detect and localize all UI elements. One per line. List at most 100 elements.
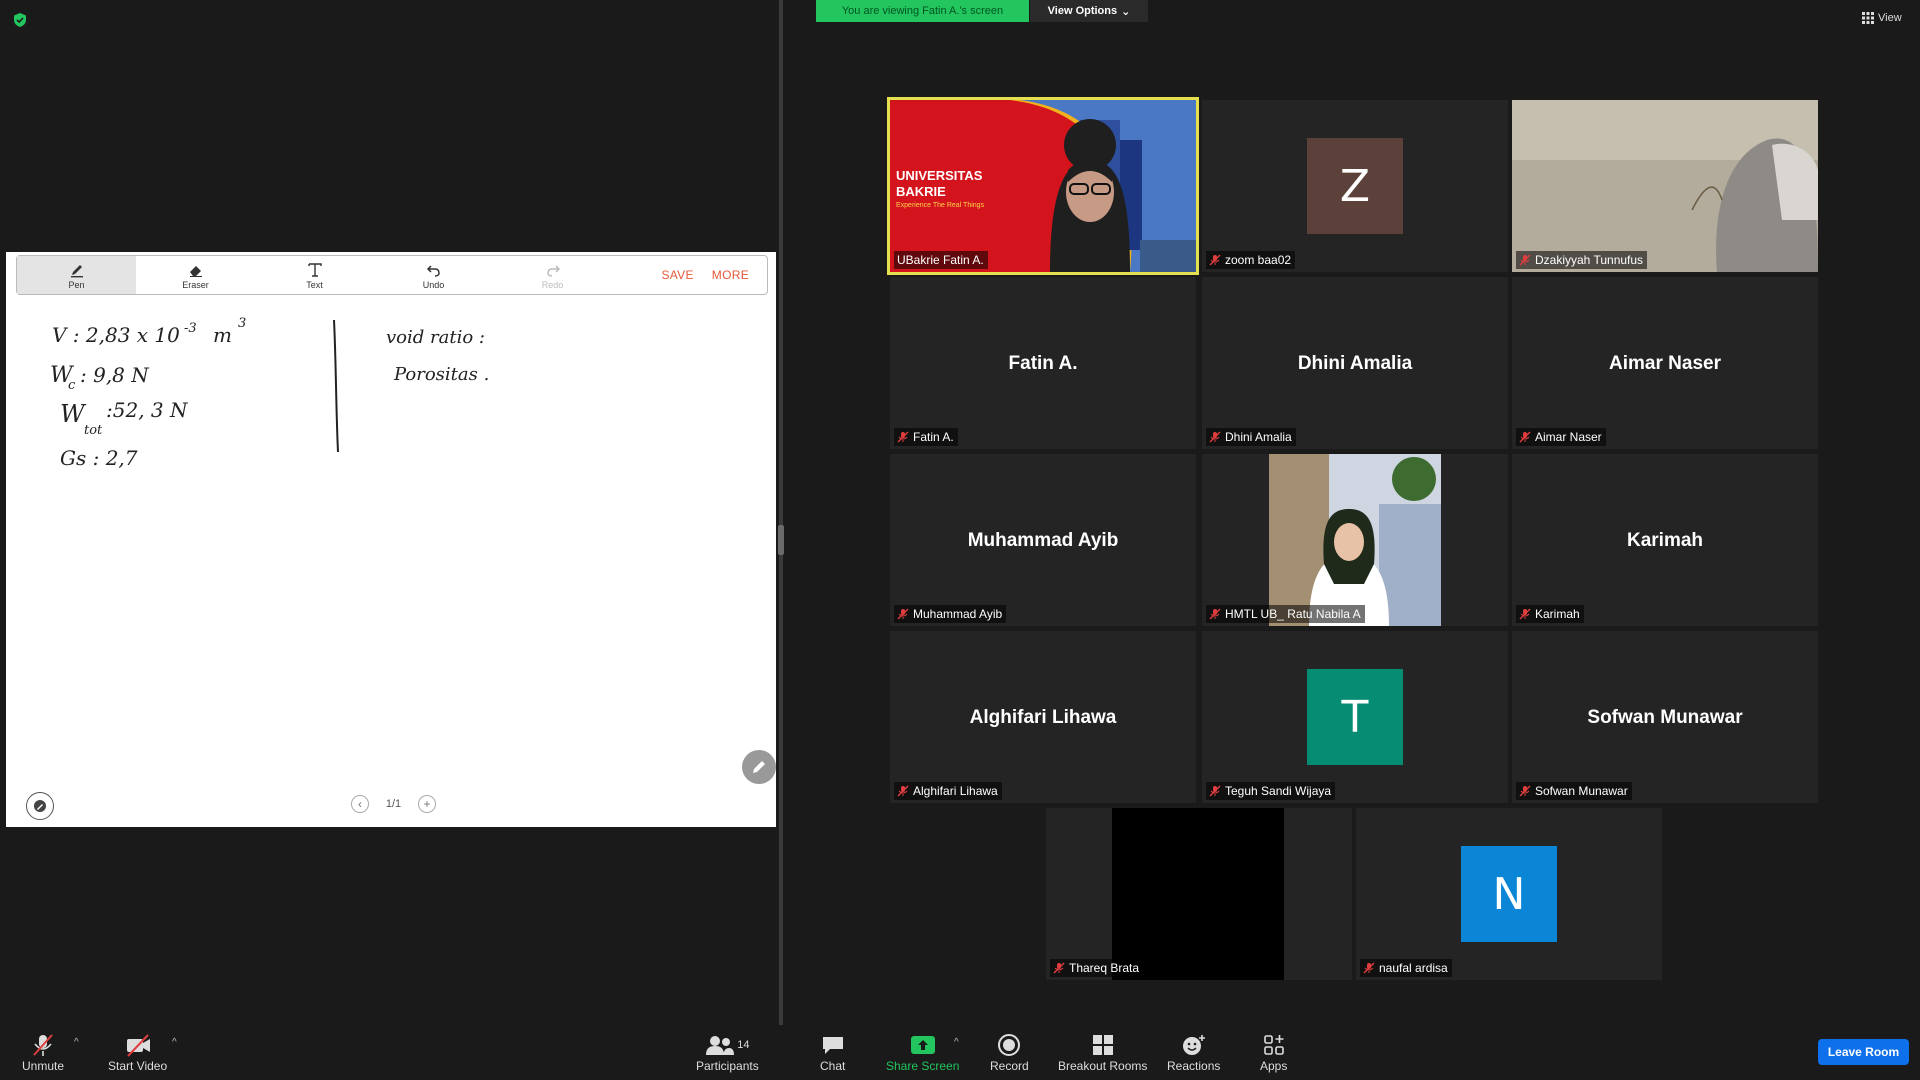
whiteboard-actions: SAVE MORE (612, 256, 767, 294)
participant-name: Thareq Brata (1069, 961, 1140, 975)
view-button[interactable]: View (1862, 12, 1902, 24)
whiteboard-canvas[interactable]: V : 2,83 x 10 -3 m 3 W c : 9,8 N W tot :… (6, 300, 776, 780)
participant-display-name: Muhammad Ayib (967, 530, 1119, 551)
save-button[interactable]: SAVE (661, 268, 693, 282)
security-shield-icon[interactable] (12, 12, 28, 28)
participant-name-label: Dhini Amalia (1206, 428, 1296, 446)
video-off-icon (124, 1031, 152, 1059)
participant-tile[interactable]: HMTL UB_ Ratu Nabila A (1202, 454, 1508, 626)
share-options-caret-icon[interactable]: ^ (954, 1037, 959, 1048)
start-video-button[interactable]: Start Video (108, 1031, 167, 1073)
record-label: Record (990, 1059, 1029, 1073)
participant-tile[interactable]: Aimar Naser Aimar Naser (1512, 277, 1818, 449)
leave-room-button[interactable]: Leave Room (1818, 1039, 1909, 1065)
avatar: N (1461, 846, 1557, 942)
apps-label: Apps (1260, 1059, 1288, 1073)
participant-name: Teguh Sandi Wijaya (1225, 784, 1332, 798)
handwriting-line-gs: Gs : 2,7 (60, 446, 138, 470)
text-tool-button[interactable]: Text (255, 256, 374, 294)
handwriting-line-volume-exp: -3 (184, 321, 197, 336)
participant-tile[interactable]: Muhammad Ayib Muhammad Ayib (890, 454, 1196, 626)
chat-label: Chat (820, 1059, 846, 1073)
muted-mic-icon (1519, 431, 1531, 443)
chat-icon (821, 1031, 845, 1059)
muted-mic-icon (1209, 254, 1221, 266)
room-video-feed (1512, 100, 1818, 272)
eraser-tool-button[interactable]: Eraser (136, 256, 255, 294)
participant-name: HMTL UB_ Ratu Nabila A (1225, 607, 1361, 621)
participant-display-name: Sofwan Munawar (1587, 707, 1743, 728)
participant-name-label: Aimar Naser (1516, 428, 1606, 446)
grid-view-icon (1862, 12, 1874, 24)
participant-tile[interactable]: N naufal ardisa (1356, 808, 1662, 980)
participant-name-label: Teguh Sandi Wijaya (1206, 782, 1336, 800)
undo-tool-button[interactable]: Undo (374, 256, 493, 294)
add-page-icon[interactable]: + (417, 795, 436, 813)
more-button[interactable]: MORE (712, 268, 749, 282)
shared-screen-area: Pen Eraser Text Undo Redo SAVE MORE V: … (0, 0, 780, 1025)
unmute-button[interactable]: Unmute (22, 1031, 64, 1073)
record-button[interactable]: Record (990, 1031, 1029, 1073)
unmute-label: Unmute (22, 1059, 65, 1073)
participant-display-name: Alghifari Lihawa (969, 707, 1117, 728)
view-options-label: View Options (1047, 5, 1118, 17)
handwriting-line-wtot: W (60, 400, 87, 428)
participant-tile[interactable]: Thareq Brata (1046, 808, 1352, 980)
redo-icon (545, 260, 561, 280)
participant-name: Sofwan Munawar (1535, 784, 1628, 798)
view-label: View (1878, 12, 1902, 24)
participant-tile[interactable]: Karimah Karimah (1512, 454, 1818, 626)
muted-mic-icon (1363, 962, 1375, 974)
chat-button[interactable]: Chat (820, 1031, 845, 1073)
handwriting-line-volume-unit: m (213, 323, 232, 347)
text-icon (307, 260, 323, 280)
pen-floating-button[interactable] (742, 750, 776, 784)
participant-tile[interactable]: Dzakiyyah Tunnufus (1512, 100, 1818, 272)
muted-mic-icon (1209, 431, 1221, 443)
participant-tile[interactable]: Fatin A. Fatin A. (890, 277, 1196, 449)
participant-name: Muhammad Ayib (913, 607, 1003, 621)
bakrie-tagline: Experience The Real Things (896, 202, 985, 209)
start-video-label: Start Video (108, 1059, 168, 1073)
whiteboard[interactable]: Pen Eraser Text Undo Redo SAVE MORE V: … (6, 252, 776, 827)
participant-name-label: Fatin A. (894, 428, 958, 446)
bakrie-title-line2: BAKRIE (896, 184, 946, 199)
annotation-settings-button[interactable] (26, 792, 54, 820)
text-tool-label: Text (306, 280, 323, 290)
pen-tool-button[interactable]: Pen (17, 256, 136, 294)
apps-button[interactable]: Apps (1260, 1031, 1287, 1073)
participant-tile[interactable]: Sofwan Munawar Sofwan Munawar (1512, 631, 1818, 803)
apps-icon (1263, 1031, 1285, 1059)
participant-name-label: zoom baa02 (1206, 251, 1296, 269)
participants-button[interactable]: 14 Participants (696, 1031, 759, 1073)
participant-tile[interactable]: UNIVERSITAS BAKRIE Experience The Real T… (887, 97, 1199, 275)
share-screen-button[interactable]: Share Screen (886, 1031, 959, 1073)
prev-page-icon[interactable]: ‹ (351, 795, 369, 813)
participant-name-label: HMTL UB_ Ratu Nabila A (1206, 605, 1365, 623)
audio-options-caret-icon[interactable]: ^ (74, 1037, 79, 1048)
participant-name: Karimah (1535, 607, 1580, 621)
share-screen-icon (910, 1031, 936, 1059)
view-options-button[interactable]: View Options ⌄ (1030, 0, 1148, 22)
undo-tool-label: Undo (422, 280, 445, 290)
muted-mic-icon (1519, 254, 1531, 266)
chevron-down-icon: ⌄ (1121, 5, 1131, 18)
participant-display-name: Aimar Naser (1609, 353, 1721, 374)
participant-tile[interactable]: Alghifari Lihawa Alghifari Lihawa (890, 631, 1196, 803)
handwriting-line-wtot-value: :52, 3 N (106, 398, 189, 422)
breakout-rooms-button[interactable]: Breakout Rooms (1058, 1031, 1147, 1073)
handwriting-line-wtot-sub: tot (84, 423, 103, 438)
participant-name-label: naufal ardisa (1360, 959, 1452, 977)
video-options-caret-icon[interactable]: ^ (172, 1037, 177, 1048)
redo-tool-button[interactable]: Redo (493, 256, 612, 294)
avatar: Z (1307, 138, 1403, 234)
whiteboard-toolbar: Pen Eraser Text Undo Redo SAVE MORE (16, 255, 768, 295)
pencil-icon (753, 761, 765, 773)
split-divider-handle[interactable] (778, 525, 784, 555)
participant-tile[interactable]: T Teguh Sandi Wijaya (1202, 631, 1508, 803)
participant-tile[interactable]: Z zoom baa02 (1202, 100, 1508, 272)
participant-tile[interactable]: Dhini Amalia Dhini Amalia (1202, 277, 1508, 449)
breakout-rooms-label: Breakout Rooms (1058, 1059, 1148, 1073)
reactions-button[interactable]: Reactions (1167, 1031, 1220, 1073)
split-divider[interactable] (779, 0, 783, 1025)
